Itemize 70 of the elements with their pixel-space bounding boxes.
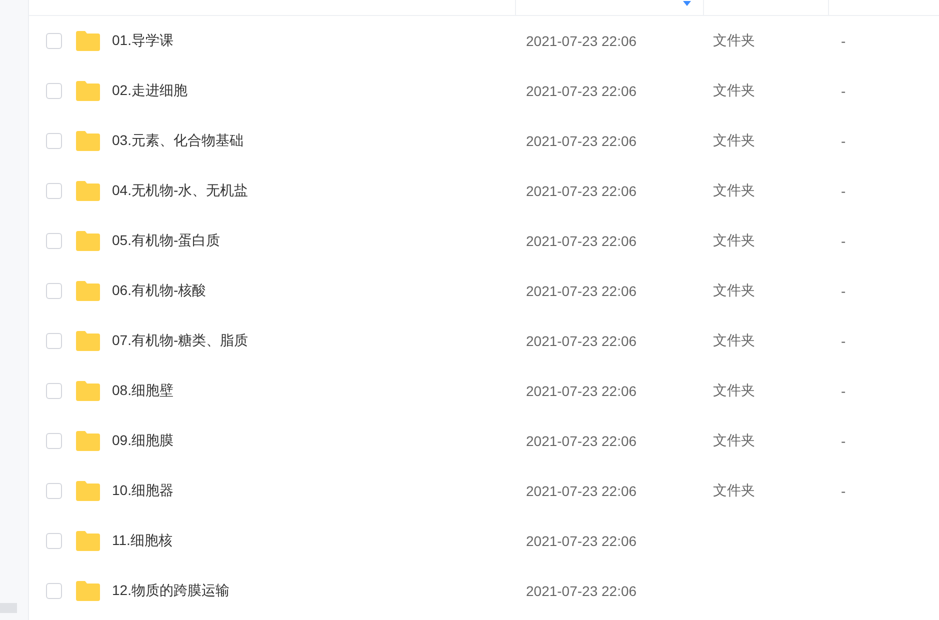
- modified-date: 2021-07-23 22:06: [526, 283, 637, 299]
- file-type: 文件夹: [713, 132, 755, 148]
- file-name[interactable]: 02.走进细胞: [112, 82, 188, 98]
- file-type: 文件夹: [713, 382, 755, 398]
- modified-date: 2021-07-23 22:06: [526, 183, 637, 199]
- modified-date: 2021-07-23 22:06: [526, 383, 637, 399]
- file-name[interactable]: 11.细胞核: [112, 532, 172, 548]
- scrollbar[interactable]: [0, 603, 17, 613]
- file-size: -: [841, 183, 846, 199]
- file-name[interactable]: 05.有机物-蛋白质: [112, 232, 220, 248]
- folder-icon: [75, 531, 101, 551]
- modified-date: 2021-07-23 22:06: [526, 533, 637, 549]
- folder-icon: [75, 481, 101, 501]
- modified-date: 2021-07-23 22:06: [526, 483, 637, 499]
- folder-icon: [75, 281, 101, 301]
- checkbox[interactable]: [46, 383, 62, 399]
- folder-icon: [75, 131, 101, 151]
- file-name[interactable]: 01.导学课: [112, 32, 174, 48]
- checkbox[interactable]: [46, 483, 62, 499]
- file-size: -: [841, 433, 846, 449]
- folder-icon: [75, 431, 101, 451]
- folder-icon: [75, 31, 101, 51]
- file-type: 文件夹: [713, 182, 755, 198]
- file-name[interactable]: 10.细胞器: [112, 482, 174, 498]
- modified-date: 2021-07-23 22:06: [526, 333, 637, 349]
- folder-icon: [75, 231, 101, 251]
- checkbox[interactable]: [46, 433, 62, 449]
- file-type: 文件夹: [713, 232, 755, 248]
- file-name[interactable]: 12.物质的跨膜运输: [112, 582, 230, 598]
- file-name[interactable]: 09.细胞膜: [112, 432, 174, 448]
- file-type: 文件夹: [713, 32, 755, 48]
- checkbox[interactable]: [46, 83, 62, 99]
- modified-date: 2021-07-23 22:06: [526, 433, 637, 449]
- file-type: 文件夹: [713, 432, 755, 448]
- checkbox[interactable]: [46, 183, 62, 199]
- file-size: -: [841, 483, 846, 499]
- checkbox[interactable]: [46, 583, 62, 599]
- checkbox[interactable]: [46, 33, 62, 49]
- modified-date: 2021-07-23 22:06: [526, 233, 637, 249]
- sort-arrow-icon[interactable]: [683, 1, 691, 6]
- file-name[interactable]: 04.无机物-水、无机盐: [112, 182, 248, 198]
- checkbox[interactable]: [46, 133, 62, 149]
- file-type: 文件夹: [713, 282, 755, 298]
- file-size: -: [841, 383, 846, 399]
- file-name[interactable]: 07.有机物-糖类、脂质: [112, 332, 248, 348]
- checkbox[interactable]: [46, 533, 62, 549]
- file-type: 文件夹: [713, 332, 755, 348]
- file-size: -: [841, 283, 846, 299]
- modified-date: 2021-07-23 22:06: [526, 83, 637, 99]
- file-type: 文件夹: [713, 82, 755, 98]
- folder-icon: [75, 81, 101, 101]
- folder-icon: [75, 331, 101, 351]
- file-size: -: [841, 233, 846, 249]
- file-size: -: [841, 133, 846, 149]
- file-name[interactable]: 06.有机物-核酸: [112, 282, 206, 298]
- file-size: -: [841, 333, 846, 349]
- file-size: -: [841, 83, 846, 99]
- modified-date: 2021-07-23 22:06: [526, 583, 637, 599]
- folder-icon: [75, 581, 101, 601]
- modified-date: 2021-07-23 22:06: [526, 133, 637, 149]
- file-type: 文件夹: [713, 482, 755, 498]
- checkbox[interactable]: [46, 333, 62, 349]
- modified-date: 2021-07-23 22:06: [526, 33, 637, 49]
- file-name[interactable]: 03.元素、化合物基础: [112, 132, 244, 148]
- file-name[interactable]: 08.细胞壁: [112, 382, 174, 398]
- checkbox[interactable]: [46, 233, 62, 249]
- folder-icon: [75, 381, 101, 401]
- checkbox[interactable]: [46, 283, 62, 299]
- file-size: -: [841, 33, 846, 49]
- folder-icon: [75, 181, 101, 201]
